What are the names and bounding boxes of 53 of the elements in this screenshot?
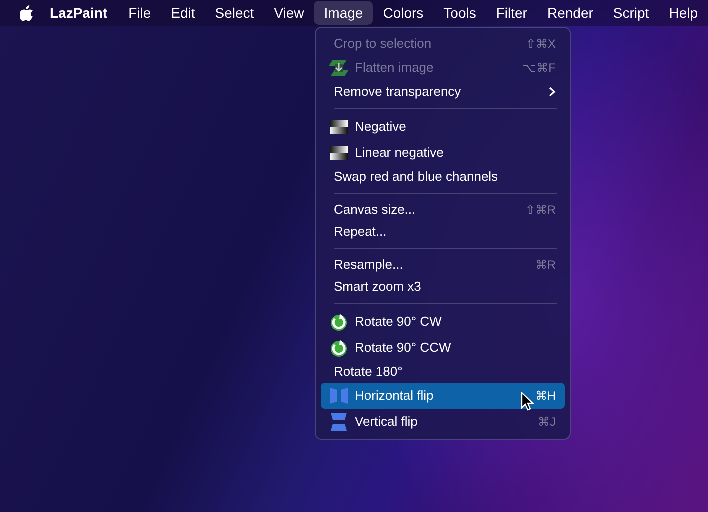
menu-item[interactable]: Swap red and blue channels (321, 166, 565, 188)
menu-bar-item[interactable]: Edit (161, 1, 206, 25)
gradient-square-icon (329, 119, 349, 135)
menu-item[interactable]: Vertical flip ⌘J (321, 409, 565, 435)
menu-item[interactable]: Repeat... (321, 221, 565, 243)
menu-bar-item[interactable]: Select (205, 1, 264, 25)
menu-item[interactable]: Remove transparency (321, 81, 565, 103)
menu-item-label: Repeat... (334, 223, 387, 242)
menu-item[interactable]: Rotate 180° (321, 361, 565, 383)
menu-item-label: Resample... (334, 256, 404, 274)
mirrored-bars-icon (329, 387, 349, 405)
menu-item[interactable]: Linear negative (321, 140, 565, 166)
menu-item-label: Rotate 90° CCW (355, 339, 452, 358)
menu-item[interactable]: Negative (321, 114, 565, 140)
menu-bar-item[interactable]: Help (659, 1, 708, 25)
menu-item-label: Rotate 180° (334, 363, 403, 382)
menu-item-label: Flatten image (355, 59, 434, 78)
menu-item-label: Smart zoom x3 (334, 278, 422, 296)
menu-item[interactable]: Resample... ⌘R (321, 254, 565, 276)
layers-arrow-icon (329, 58, 349, 78)
menu-item-label: Rotate 90° CW (355, 313, 442, 332)
shortcut-label: ⇧⌘X (526, 36, 556, 53)
menu-bar-item[interactable]: Render (537, 1, 604, 25)
shortcut-label: ⌥⌘F (522, 60, 556, 77)
menu-item-label: Linear negative (355, 144, 444, 162)
menu-bar-item[interactable]: Filter (486, 1, 538, 25)
menu-bar-item[interactable]: Image (314, 1, 374, 25)
menu-item-label: Vertical flip (355, 413, 418, 432)
shortcut-label: ⇧⌘R (525, 202, 556, 219)
menu-item-label: Remove transparency (334, 83, 462, 102)
hourglass-bars-icon (329, 412, 349, 432)
menu-item[interactable]: Rotate 90° CW (321, 309, 565, 335)
menu-item[interactable]: Horizontal flip ⌘H (321, 383, 565, 409)
menu-item[interactable]: Smart zoom x3 (321, 276, 565, 298)
menu-item-label: Canvas size... (334, 201, 416, 220)
menu-bar-item[interactable]: File (118, 1, 162, 25)
apple-logo-icon[interactable] (20, 5, 34, 21)
shortcut-label: ⌘R (535, 257, 556, 274)
menu-item[interactable]: Canvas size... ⇧⌘R (321, 199, 565, 221)
menu-bar-item[interactable]: View (264, 1, 314, 25)
shortcut-label: ⌘H (535, 388, 556, 405)
menu-item[interactable]: Rotate 90° CCW (321, 335, 565, 361)
menu-item-label: Negative (355, 118, 406, 136)
pointer-cursor-icon (521, 392, 534, 411)
shortcut-label: ⌘J (538, 414, 556, 431)
menu-item-label: Swap red and blue channels (334, 168, 498, 186)
app-name-menu[interactable]: LazPaint (34, 1, 119, 25)
menu-bar-item[interactable]: Script (603, 1, 660, 25)
menu-item-label: Crop to selection (334, 35, 432, 54)
menu-bar-item[interactable]: Tools (434, 1, 486, 25)
menu-item-label: Horizontal flip (355, 387, 434, 406)
menu-bar-item[interactable]: Colors (373, 1, 434, 25)
gradient-square-icon (329, 145, 349, 161)
